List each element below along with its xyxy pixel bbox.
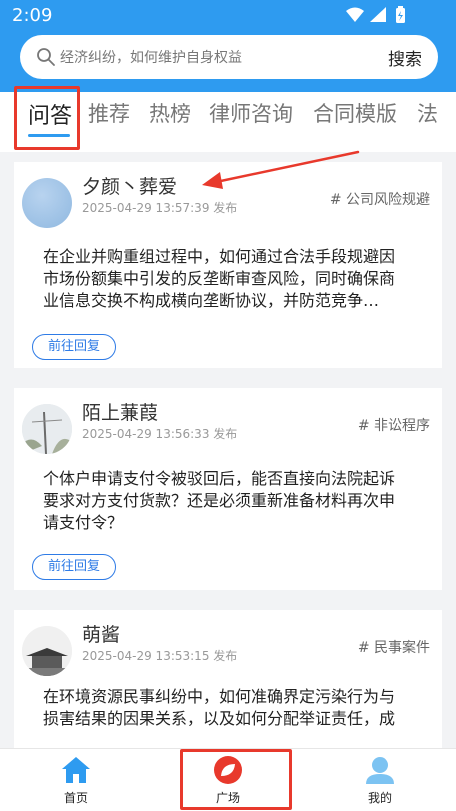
search-icon [37, 48, 55, 66]
search-input[interactable]: 经济纠纷，如何维护自身权益 [60, 47, 242, 67]
post-card[interactable]: 陌上蒹葭 2025-04-29 13:56:33 发布 # 非讼程序 个体户申请… [14, 388, 442, 590]
search-bar[interactable]: 经济纠纷，如何维护自身权益 搜索 [20, 35, 438, 79]
status-time: 2:09 [12, 5, 53, 26]
bottom-nav: 首页 广场 我的 [0, 748, 456, 811]
square-icon [214, 756, 242, 784]
avatar [22, 626, 72, 676]
app-header: 2:09 经济纠纷，如何维护自身权益 搜索 [0, 0, 456, 92]
post-tag[interactable]: # 民事案件 [358, 637, 430, 657]
post-time: 2025-04-29 13:57:39 发布 [82, 201, 238, 215]
avatar-image [22, 626, 72, 676]
question-line: 要求对方支付货款？还是必须重新准备材料再次申 [43, 491, 396, 510]
post-time: 2025-04-29 13:53:15 发布 [82, 649, 238, 663]
home-icon [62, 757, 90, 783]
nav-square[interactable]: 广场 [178, 749, 278, 811]
post-question[interactable]: 在环境资源民事纠纷中，如何准确界定污染行为与 损害结果的因果关系，以及如何分配举… [43, 686, 423, 730]
wifi-signal-battery-icon [346, 6, 405, 23]
nav-mine-label: 我的 [367, 791, 392, 805]
post-card[interactable]: 萌酱 2025-04-29 13:53:15 发布 # 民事案件 在环境资源民事… [14, 610, 442, 748]
tab-recommend[interactable]: 推荐 [88, 98, 130, 128]
nav-mine[interactable]: 我的 [330, 749, 430, 811]
category-tabs: 问答 推荐 热榜 律师咨询 合同模版 法 [0, 92, 456, 152]
avatar [22, 178, 72, 228]
status-bar: 2:09 [0, 0, 456, 32]
annotation-arrow [202, 150, 360, 189]
nav-home[interactable]: 首页 [26, 749, 126, 811]
nav-home-label: 首页 [63, 791, 88, 805]
question-line: 请支付令？ [43, 513, 124, 532]
question-line: 市场份额集中引发的反垄断审查风险，同时确保商 [43, 269, 396, 288]
post-question[interactable]: 个体户申请支付令被驳回后，能否直接向法院起诉 要求对方支付货款？还是必须重新准备… [43, 468, 423, 534]
question-line: 个体户申请支付令被驳回后，能否直接向法院起诉 [43, 469, 396, 488]
nav-square-label: 广场 [215, 791, 240, 805]
tab-lawyer-consult[interactable]: 律师咨询 [209, 98, 293, 128]
status-icons [344, 5, 424, 25]
search-button[interactable]: 搜索 [388, 45, 422, 70]
tab-qa[interactable]: 问答 [28, 98, 72, 130]
tab-law[interactable]: 法 [417, 98, 438, 128]
tab-hot[interactable]: 热榜 [149, 98, 191, 128]
post-username[interactable]: 萌酱 [82, 620, 120, 647]
post-time: 2025-04-29 13:56:33 发布 [82, 427, 238, 441]
reply-button[interactable]: 前往回复 [32, 554, 116, 580]
post-tag[interactable]: # 非讼程序 [358, 415, 430, 435]
question-line: 在企业并购重组过程中，如何通过合法手段规避因 [43, 247, 396, 266]
active-tab-indicator [28, 134, 70, 137]
question-line: 损害结果的因果关系，以及如何分配举证责任，成 [43, 709, 396, 728]
post-username[interactable]: 陌上蒹葭 [82, 398, 158, 425]
tab-contract-templates[interactable]: 合同模版 [313, 98, 397, 128]
avatar [22, 404, 72, 454]
question-line: 业信息交换不构成横向垄断协议，并防范竞争… [43, 291, 380, 310]
user-icon [366, 757, 394, 784]
post-username[interactable]: 夕颜丶葬爱 [82, 172, 177, 199]
question-line: 在环境资源民事纠纷中，如何准确界定污染行为与 [43, 687, 396, 706]
avatar-image [22, 404, 72, 454]
post-question[interactable]: 在企业并购重组过程中，如何通过合法手段规避因 市场份额集中引发的反垄断审查风险，… [43, 246, 423, 312]
reply-button[interactable]: 前往回复 [32, 334, 116, 360]
